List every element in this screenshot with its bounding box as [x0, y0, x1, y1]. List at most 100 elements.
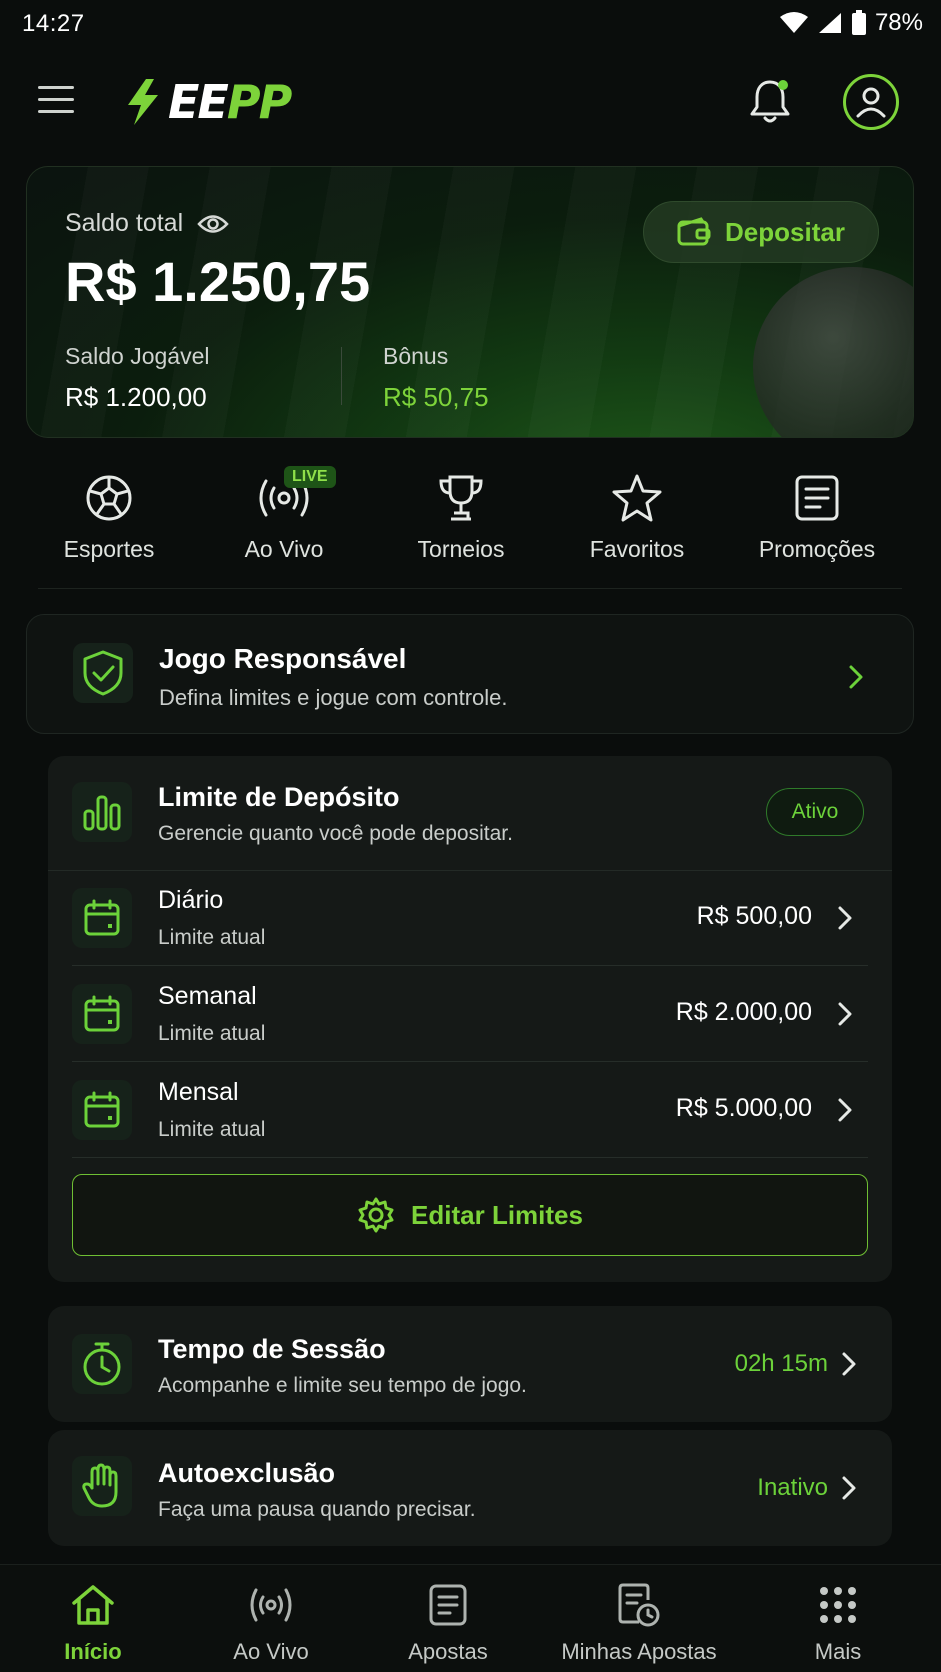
chevron-right-icon [838, 1098, 852, 1122]
limit-row-weekly[interactable]: Semanal Limite atual R$ 2.000,00 [48, 966, 892, 1062]
star-icon [612, 474, 662, 522]
document-icon [795, 475, 839, 521]
calendar-icon-box [72, 1080, 132, 1140]
deposit-label: Depositar [725, 216, 845, 247]
status-badge: Ativo [766, 788, 864, 836]
user-icon [856, 87, 886, 118]
playable-balance: Saldo Jogável R$ 1.200,00 [65, 343, 210, 413]
deposit-limit-card: Limite de Depósito Gerencie quanto você … [48, 756, 892, 1282]
deposit-button[interactable]: Depositar [643, 201, 879, 263]
self-exclusion-value: Inativo [757, 1474, 828, 1501]
deposit-limit-title: Limite de Depósito [158, 782, 400, 812]
deposit-limit-subtitle: Gerencie quanto você pode depositar. [158, 822, 513, 845]
balance-card: Saldo total R$ 1.250,75 Depositar Saldo … [26, 166, 914, 438]
edit-limits-button[interactable]: Editar Limites [72, 1174, 868, 1256]
limit-period: Semanal [158, 982, 257, 1010]
trophy-icon [439, 475, 483, 521]
battery-icon [851, 10, 866, 35]
quick-nav-promocoes[interactable]: Promoções [737, 470, 897, 563]
limit-period: Mensal [158, 1078, 239, 1106]
quick-nav-label: Favoritos [589, 536, 685, 562]
bar-chart-icon [83, 795, 121, 831]
lightning-icon [128, 79, 158, 125]
bottom-nav-mais[interactable]: Mais [748, 1581, 928, 1665]
self-exclusion-subtitle: Faça uma pausa quando precisar. [158, 1498, 476, 1521]
bonus-balance: Bônus R$ 50,75 [383, 343, 489, 413]
balance-total: R$ 1.250,75 [65, 250, 371, 313]
limit-row-daily[interactable]: Diário Limite atual R$ 500,00 [48, 870, 892, 966]
chart-icon-box [72, 782, 132, 842]
self-exclusion-title: Autoexclusão [158, 1458, 336, 1488]
calendar-icon [84, 899, 120, 936]
responsible-subtitle: Defina limites e jogue com controle. [159, 685, 508, 710]
responsible-gaming-card[interactable]: Jogo Responsável Defina limites e jogue … [26, 614, 914, 734]
quick-nav-divider [38, 588, 902, 589]
broadcast-icon [250, 1588, 292, 1622]
wifi-icon [779, 12, 808, 33]
balance-label: Saldo total [65, 209, 229, 238]
chevron-right-icon [838, 906, 852, 930]
bottom-nav-label: Ao Vivo [233, 1639, 309, 1664]
limit-desc: Limite atual [158, 1022, 266, 1045]
bonus-value: R$ 50,75 [383, 382, 489, 412]
profile-button[interactable] [843, 74, 899, 130]
limit-amount: R$ 2.000,00 [675, 998, 812, 1026]
limit-desc: Limite atual [158, 926, 266, 949]
battery-percent: 78% [874, 9, 923, 36]
session-time-card[interactable]: Tempo de Sessão Acompanhe e limite seu t… [48, 1306, 892, 1422]
limit-amount: R$ 500,00 [696, 902, 812, 930]
bottom-nav-ao-vivo[interactable]: Ao Vivo [181, 1581, 361, 1665]
status-time: 14:27 [22, 10, 85, 37]
bottom-nav-minhas-apostas[interactable]: Minhas Apostas [549, 1581, 729, 1665]
menu-button[interactable] [36, 82, 76, 118]
quick-nav: Esportes Ao Vivo LIVE Torneios Favoritos… [26, 466, 914, 590]
hamburger-icon [38, 86, 74, 113]
wallet-icon [677, 217, 711, 246]
quick-nav-esportes[interactable]: Esportes [29, 470, 189, 563]
session-title: Tempo de Sessão [158, 1334, 386, 1364]
chevron-right-icon [842, 1352, 856, 1376]
eye-icon[interactable] [197, 213, 229, 235]
quick-nav-torneios[interactable]: Torneios [381, 470, 541, 563]
chevron-right-icon [838, 1002, 852, 1026]
chevron-right-icon [842, 1476, 856, 1500]
bottom-nav-label: Mais [814, 1639, 862, 1664]
bottom-nav-label: Minhas Apostas [561, 1639, 717, 1664]
calendar-icon [84, 995, 120, 1032]
bottom-nav-inicio[interactable]: Início [3, 1581, 183, 1665]
playable-value: R$ 1.200,00 [65, 382, 207, 412]
hand-icon [82, 1463, 118, 1508]
session-subtitle: Acompanhe e limite seu tempo de jogo. [158, 1374, 527, 1397]
status-bar: 14:27 78% [0, 0, 941, 50]
soccer-ball-icon [86, 475, 132, 521]
quick-nav-favoritos[interactable]: Favoritos [557, 470, 717, 563]
shield-check-icon [83, 650, 123, 696]
calendar-icon-box [72, 888, 132, 948]
calendar-icon-box [72, 984, 132, 1044]
app-bar: EEPP [0, 52, 941, 152]
logo-text-main: EE [168, 75, 229, 129]
quick-nav-label: Ao Vivo [244, 536, 324, 562]
bottom-nav-apostas[interactable]: Apostas [358, 1581, 538, 1665]
quick-nav-label: Promoções [758, 536, 876, 562]
balance-label-text: Saldo total [65, 209, 184, 237]
stopwatch-icon [83, 1342, 121, 1386]
history-icon [618, 1583, 660, 1627]
live-badge: LIVE [284, 466, 336, 488]
limit-row-monthly[interactable]: Mensal Limite atual R$ 5.000,00 [48, 1062, 892, 1158]
bet-slip-icon [429, 1584, 467, 1626]
self-exclusion-card[interactable]: Autoexclusão Faça uma pausa quando preci… [48, 1430, 892, 1546]
status-icons: 78% [779, 9, 923, 37]
limit-period: Diário [158, 886, 224, 914]
quick-nav-label: Esportes [63, 536, 155, 562]
app-logo[interactable]: EEPP [124, 74, 292, 130]
gear-icon [358, 1197, 394, 1233]
bonus-label: Bônus [383, 343, 449, 369]
notifications-button[interactable] [746, 76, 794, 128]
balance-divider [341, 347, 342, 405]
grid-dots-icon [820, 1587, 856, 1623]
home-icon [72, 1585, 114, 1625]
playable-label: Saldo Jogável [65, 343, 210, 369]
limit-amount: R$ 5.000,00 [675, 1094, 812, 1122]
logo-text-accent: PP [226, 75, 292, 129]
